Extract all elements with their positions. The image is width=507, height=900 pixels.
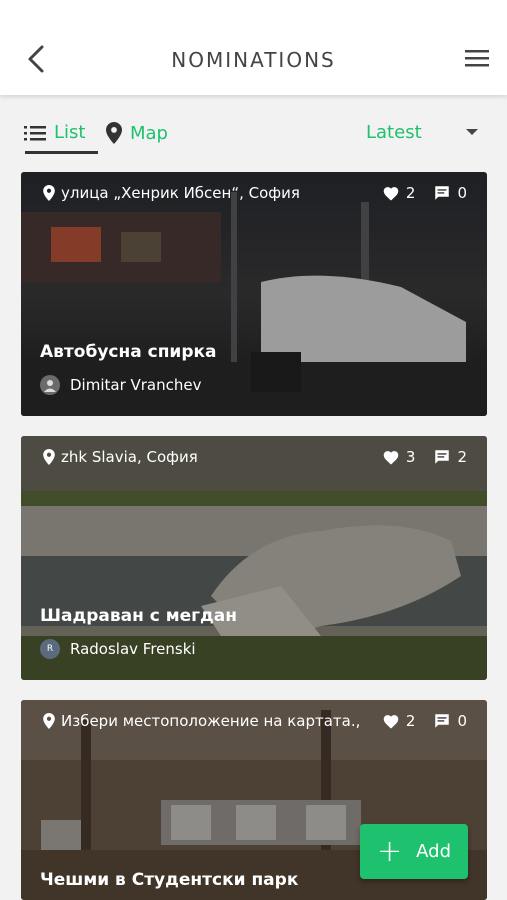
map-pin-icon bbox=[106, 122, 122, 144]
list-icon bbox=[24, 125, 46, 140]
card-location: улица „Хенрик Ибсен“, София bbox=[43, 184, 300, 202]
comments-count: 2 bbox=[457, 448, 467, 466]
card-location-text: zhk Slavia, София bbox=[61, 448, 198, 466]
dropdown-arrow-icon[interactable] bbox=[466, 129, 478, 135]
comments-count: 0 bbox=[457, 184, 467, 202]
card-stats: 3 2 bbox=[382, 448, 467, 466]
location-pin-icon bbox=[43, 449, 55, 465]
location-pin-icon bbox=[43, 185, 55, 201]
heart-icon[interactable] bbox=[382, 185, 400, 201]
sort-dropdown[interactable]: Latest bbox=[366, 122, 422, 143]
likes-count: 2 bbox=[405, 712, 416, 730]
nomination-card[interactable]: zhk Slavia, София 3 2 Шадраван с мегдан … bbox=[21, 436, 487, 680]
card-author-name: Radoslav Frenski bbox=[70, 640, 196, 658]
likes-count: 2 bbox=[405, 184, 416, 202]
nomination-card[interactable]: улица „Хенрик Ибсен“, София 2 0 Автобусн… bbox=[21, 172, 487, 416]
card-location: zhk Slavia, София bbox=[43, 448, 198, 466]
app-bar: NOMINATIONS bbox=[0, 0, 507, 95]
card-location-text: Избери местоположение на картата., bbox=[61, 712, 361, 730]
comment-icon[interactable] bbox=[433, 712, 451, 730]
card-stats: 2 0 bbox=[382, 712, 467, 730]
avatar bbox=[40, 375, 60, 395]
comment-icon[interactable] bbox=[433, 448, 451, 466]
card-title: Чешми в Студентски парк bbox=[40, 870, 299, 890]
tab-map-label: Map bbox=[130, 122, 168, 144]
card-location: Избери местоположение на картата., bbox=[43, 712, 360, 730]
add-button[interactable]: + Add bbox=[360, 824, 468, 879]
location-pin-icon bbox=[43, 713, 55, 729]
card-location-text: улица „Хенрик Ибсен“, София bbox=[61, 184, 300, 202]
page-title: NOMINATIONS bbox=[171, 48, 336, 72]
tab-list-label: List bbox=[54, 122, 86, 143]
avatar: R bbox=[40, 639, 60, 659]
comments-count: 0 bbox=[457, 712, 467, 730]
plus-icon: + bbox=[377, 833, 403, 869]
user-icon bbox=[44, 380, 56, 392]
card-author-name: Dimitar Vranchev bbox=[70, 376, 202, 394]
card-stats: 2 0 bbox=[382, 184, 467, 202]
card-author: R Radoslav Frenski bbox=[40, 639, 196, 659]
heart-icon[interactable] bbox=[382, 449, 400, 465]
likes-count: 3 bbox=[405, 448, 416, 466]
tab-active-indicator bbox=[25, 151, 98, 154]
tab-map[interactable]: Map bbox=[106, 122, 168, 144]
tab-list[interactable]: List bbox=[24, 122, 85, 143]
heart-icon[interactable] bbox=[382, 713, 400, 729]
card-author: Dimitar Vranchev bbox=[40, 375, 202, 395]
hamburger-menu-icon[interactable] bbox=[465, 48, 489, 68]
card-title: Шадраван с мегдан bbox=[40, 606, 237, 626]
add-button-label: Add bbox=[416, 841, 451, 862]
card-title: Автобусна спирка bbox=[40, 342, 217, 362]
view-toolbar: List Map Latest bbox=[0, 95, 507, 165]
comment-icon[interactable] bbox=[433, 184, 451, 202]
